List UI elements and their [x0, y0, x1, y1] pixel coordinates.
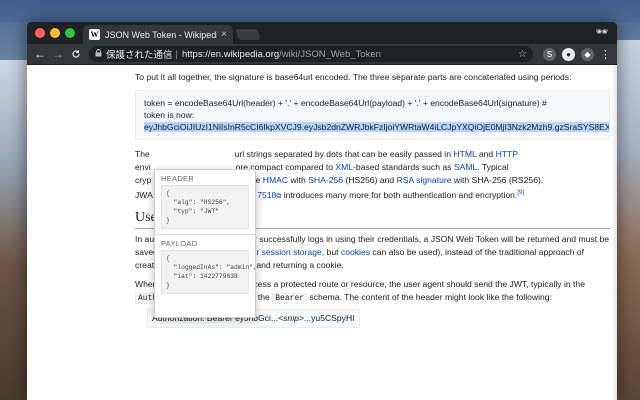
text-fragment: envi [135, 162, 151, 172]
browser-toolbar: ← → 保護された通信 | https://en.wikipedia.org /… [27, 44, 617, 65]
forward-icon[interactable]: → [49, 45, 67, 63]
url-separator: | [175, 48, 178, 60]
extension-dark-icon[interactable]: ◆ [581, 47, 594, 61]
text-fragment: with SHA-256 (RS256). [453, 175, 544, 185]
url-path: /wiki/JSON_Web_Token [279, 48, 381, 60]
tab-jwt-wikipedia[interactable]: W JSON Web Token - Wikipedia × [83, 25, 233, 44]
link-http[interactable]: HTTP [496, 149, 518, 159]
address-bar[interactable]: 保護された通信 | https://en.wikipedia.org /wiki… [89, 46, 533, 62]
scroll-edge [611, 65, 617, 400]
text-fragment: introduces many more for both authentica… [283, 189, 518, 200]
menu-icon[interactable]: ⋮ [600, 48, 611, 61]
text-fragment: . Typical [477, 162, 509, 172]
external-link-icon: ⧉ [276, 192, 282, 200]
tab-title: JSON Web Token - Wikipedia [105, 29, 218, 40]
token-code-block: token = encodeBase64Url(header) + '.' + … [135, 90, 610, 140]
code-line-1: token = encodeBase64Url(header) + '.' + … [144, 98, 547, 108]
secure-connection-label: 保護された通信 [106, 50, 173, 61]
selected-token-text[interactable]: eyJhbGciOiJIUzI1NiIsInR5cCI6IkpXVCJ9.eyJ… [144, 122, 609, 132]
paragraph-output: The url strings separated by dots that c… [135, 148, 610, 161]
inline-code-bearer: Bearer [272, 292, 308, 304]
text-fragment: url strings separated by dots that can b… [234, 149, 451, 159]
extension-b-icon[interactable]: ● [562, 47, 575, 61]
link-rsa-signature[interactable]: RSA signature [397, 175, 452, 185]
desktop-sky [0, 0, 640, 22]
text-fragment: The [135, 149, 150, 159]
browser-window: W JSON Web Token - Wikipedia × 🕶 ← → 保護さ… [27, 22, 617, 400]
new-tab-button[interactable] [234, 29, 262, 40]
back-icon[interactable]: ← [31, 45, 49, 63]
jwt-decoder-popup: HEADER { "alg": "HS256", "typ": "JWT" } … [154, 169, 257, 318]
text-fragment: -based standards such as [353, 162, 452, 172]
text-fragment: JWA [135, 189, 153, 200]
text-fragment: ...yu5CSpyHI [303, 312, 355, 323]
text-fragment: schema. The content of the header might … [309, 291, 552, 302]
star-icon[interactable]: ☆ [518, 49, 527, 60]
tab-bar: W JSON Web Token - Wikipedia × 🕶 [27, 22, 617, 44]
incognito-icon: 🕶 [595, 27, 609, 38]
link-hmac[interactable]: HMAC [263, 175, 288, 185]
url-host: https://en.wikipedia.org [181, 48, 280, 60]
wikipedia-favicon-icon: W [89, 29, 100, 40]
tab-close-icon[interactable]: × [221, 29, 227, 40]
link-html[interactable]: HTML [453, 149, 476, 159]
link-cookies[interactable]: cookies [341, 247, 370, 257]
window-close-button[interactable] [35, 28, 45, 38]
reload-icon[interactable] [67, 45, 85, 63]
text-fragment: and [478, 149, 494, 159]
paragraph-concatenation: To put it all together, the signature is… [135, 72, 572, 82]
extension-s-icon[interactable]: S [543, 47, 556, 61]
reference-9[interactable]: [9] [517, 190, 524, 196]
code-line-2: token is now: [144, 110, 195, 120]
page-content: To put it all together, the signature is… [27, 65, 617, 400]
text-fragment: (HS256) and [345, 175, 395, 185]
text-fragment: , but [321, 246, 339, 257]
popup-header-title: HEADER [161, 174, 195, 183]
text-fragment: cryp [135, 175, 152, 185]
popup-payload-title: PAYLOAD [161, 239, 198, 248]
link-saml[interactable]: SAML [454, 162, 477, 172]
link-xml[interactable]: XML [335, 162, 353, 172]
snip-marker: <snip> [278, 312, 304, 323]
window-maximize-button[interactable] [65, 28, 75, 38]
popup-payload-json: { "loggedInAs": "admin", "iat": 14227796… [161, 250, 257, 294]
window-minimize-button[interactable] [50, 28, 60, 38]
popup-header-json: { "alg": "HS256", "typ": "JWT" } [161, 185, 249, 229]
text-fragment: with [290, 175, 306, 185]
lock-icon [95, 49, 102, 59]
link-sha256[interactable]: SHA-256 [308, 175, 343, 185]
